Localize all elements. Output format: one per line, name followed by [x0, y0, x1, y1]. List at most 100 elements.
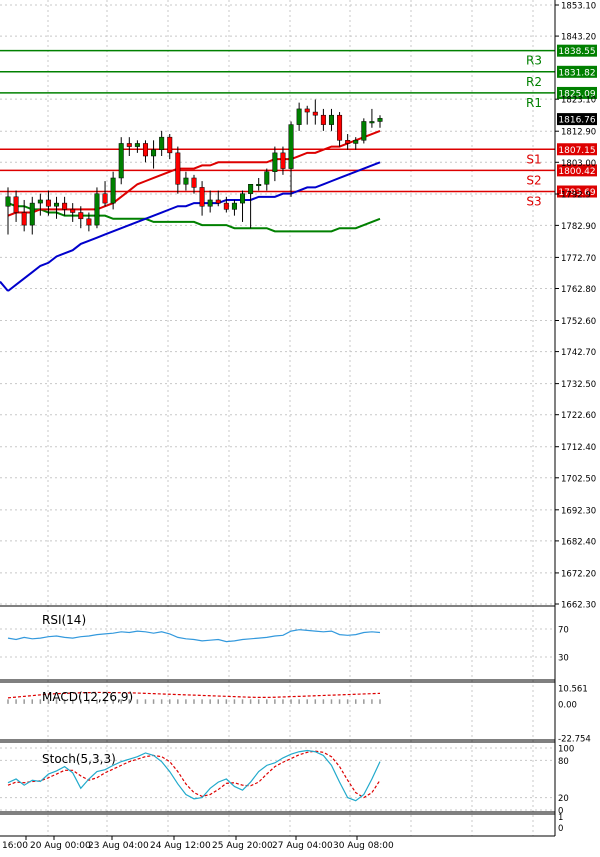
- stoch-label: Stoch(5,3,3): [42, 752, 116, 766]
- price-tick-label: 1682.40: [561, 537, 596, 547]
- candle: [345, 134, 351, 150]
- candle: [134, 140, 140, 153]
- candle: [142, 140, 148, 163]
- candle-body: [37, 199, 43, 204]
- candle-body: [110, 177, 116, 204]
- time-tick-label: 24 Aug 12:00: [150, 841, 211, 851]
- bottom-panel-tick-1: 1: [558, 813, 563, 823]
- candle: [320, 108, 326, 131]
- level-name-r3: R3: [526, 54, 542, 68]
- current-price-label: 1816.76: [558, 116, 595, 126]
- candle-body: [256, 184, 262, 187]
- candle-body: [199, 187, 205, 207]
- candle-body: [361, 121, 367, 141]
- candle-body: [369, 121, 375, 124]
- candle: [304, 105, 310, 125]
- candle: [256, 177, 262, 191]
- level-name-s3: S3: [526, 195, 541, 209]
- macd-tick-label: 0.00: [558, 700, 577, 710]
- level-name-s1: S1: [526, 152, 541, 166]
- price-tick-label: 1672.20: [561, 569, 596, 579]
- price-tick-label: 1812.90: [561, 128, 596, 138]
- price-chart: R31838.55R21831.82R11825.09S11807.15S218…: [0, 0, 597, 851]
- candle-body: [377, 118, 383, 122]
- candle: [264, 168, 270, 191]
- candle-body: [312, 111, 318, 116]
- price-tick-label: 1823.10: [561, 96, 596, 106]
- time-tick-label: 25 Aug 20:00: [212, 841, 273, 851]
- candle: [151, 140, 157, 169]
- candle-body: [5, 196, 11, 207]
- candle-body: [45, 199, 51, 207]
- price-tick-label: 1702.50: [561, 474, 596, 484]
- candle-body: [272, 152, 278, 172]
- candle-body: [320, 114, 326, 125]
- level-price-r3: 1838.55: [558, 47, 595, 57]
- candle: [288, 121, 294, 197]
- stoch-tick-label: 20: [558, 794, 569, 804]
- candle-body: [29, 202, 35, 226]
- candle: [361, 118, 367, 144]
- level-price-s1: 1807.15: [558, 146, 595, 156]
- price-tick-label: 1712.40: [561, 443, 596, 453]
- candle-body: [183, 177, 189, 185]
- price-tick-label: 1803.00: [561, 159, 596, 169]
- candle: [369, 108, 375, 128]
- candle: [54, 196, 60, 219]
- stoch-tick-label: 80: [558, 757, 569, 767]
- candle-body: [240, 193, 246, 204]
- candle: [183, 171, 189, 191]
- candle-body: [223, 202, 229, 210]
- candle-body: [231, 202, 237, 210]
- time-tick-label: 30 Aug 08:00: [333, 841, 394, 851]
- price-tick-label: 1662.30: [561, 601, 596, 611]
- price-tick-label: 1762.80: [561, 285, 596, 295]
- price-tick-label: 1772.70: [561, 254, 596, 264]
- candle-body: [86, 218, 92, 226]
- candle: [199, 181, 205, 216]
- indicators: 703010.5610.00-22.7541008020010: [0, 626, 591, 834]
- candle: [248, 184, 254, 229]
- price-tick-label: 1843.20: [561, 33, 596, 43]
- candle-body: [296, 108, 302, 125]
- candle-body: [142, 143, 148, 157]
- price-tick-label: 1792.9: [561, 190, 591, 200]
- candle-body: [62, 202, 68, 210]
- candle: [296, 102, 302, 131]
- candle: [94, 187, 100, 229]
- price-tick-label: 1782.90: [561, 222, 596, 232]
- candle: [102, 181, 108, 207]
- level-price-r2: 1831.82: [558, 68, 595, 78]
- candle-body: [70, 209, 76, 213]
- rsi-label: RSI(14): [42, 613, 86, 627]
- ma-mid-line-extension: [0, 280, 9, 292]
- candle: [328, 108, 334, 131]
- candle: [118, 137, 124, 185]
- candle: [240, 190, 246, 222]
- candle-body: [134, 143, 140, 147]
- candle: [37, 193, 43, 216]
- candle: [377, 115, 383, 128]
- support-resistance-levels: R31838.55R21831.82R11825.09S11807.15S218…: [0, 44, 597, 209]
- candle-body: [345, 140, 351, 144]
- candle-body: [304, 108, 310, 113]
- candle-body: [78, 212, 84, 220]
- stoch-tick-label: 100: [558, 745, 574, 755]
- candle-body: [94, 193, 100, 226]
- level-name-r2: R2: [526, 75, 542, 89]
- rsi-tick-label: 30: [558, 654, 569, 664]
- price-tick-label: 1692.30: [561, 506, 596, 516]
- candle-body: [126, 143, 132, 147]
- time-tick-label: 16:00: [2, 841, 28, 851]
- candle: [159, 130, 165, 157]
- macd-label: MACD(12,26,9): [42, 690, 133, 704]
- candle: [13, 190, 19, 222]
- level-name-r1: R1: [526, 96, 542, 110]
- time-tick-label: 23 Aug 04:00: [88, 841, 149, 851]
- price-axis: 1853.10 1843.20 1823.10 1812.90 1803.00 1792.…: [554, 0, 597, 836]
- time-tick-label: 27 Aug 04:00: [272, 841, 333, 851]
- bottom-panel-tick-0: 0: [558, 824, 563, 834]
- candle: [175, 146, 181, 194]
- candle-body: [21, 212, 27, 226]
- macd-tick-label: 10.561: [558, 685, 588, 695]
